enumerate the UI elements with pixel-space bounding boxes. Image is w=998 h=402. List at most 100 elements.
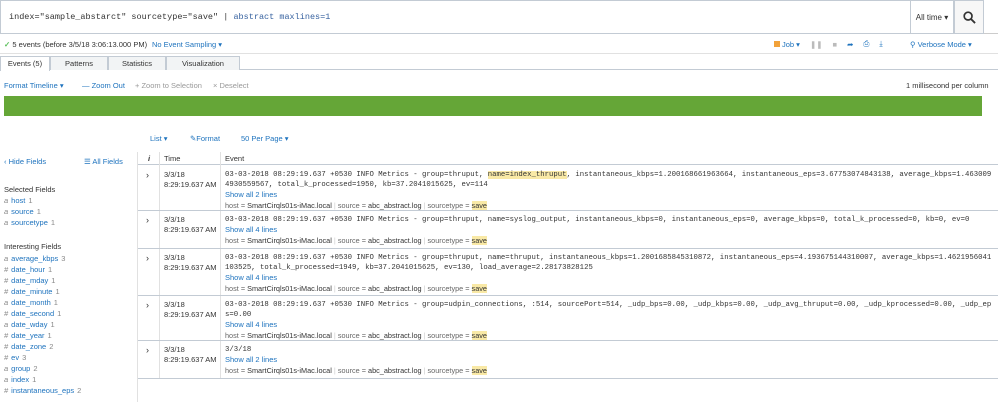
field-name[interactable]: index [11,375,29,384]
field-name[interactable]: source [11,207,34,216]
event-highlight[interactable]: name=index_thruput [487,171,567,179]
timeline-histogram[interactable] [4,96,982,116]
expand-row-icon[interactable]: › [146,345,149,355]
tab-statistics[interactable]: Statistics [108,56,166,70]
pause-icon[interactable]: ❚❚ [810,40,823,49]
source-label: source = [337,284,369,293]
event-raw: 03-03-2018 08:29:19.637 +0530 INFO Metri… [225,301,992,319]
share-icon[interactable]: ➦ [847,40,853,49]
time-range-picker[interactable]: All time ▾ [910,0,954,34]
source-value[interactable]: abc_abstract.log [368,201,422,210]
print-icon[interactable]: ⎙ [863,39,869,49]
chevron-down-icon: ▾ [944,13,949,22]
field-name[interactable]: group [11,364,30,373]
field-item[interactable]: # instantaneous_eps 2 [4,386,81,395]
field-item[interactable]: a host 1 [4,196,33,205]
job-menu[interactable]: Job ▾ [782,40,800,49]
format-button[interactable]: ✎Format [190,134,220,143]
job-status-bar: ✓ 5 events (before 3/5/18 3:06:13.000 PM… [0,34,998,54]
show-all-lines-link[interactable]: Show all 2 lines [225,190,277,199]
host-value[interactable]: SmartCirqls01s-iMac.local [247,236,332,245]
field-name[interactable]: sourcetype [11,218,48,227]
col-header-time[interactable]: Time [164,152,180,165]
list-view-dropdown[interactable]: List ▾ [150,134,168,143]
field-name[interactable]: date_month [11,298,51,307]
field-name[interactable]: date_minute [11,287,52,296]
tab-events[interactable]: Events (5) [0,56,50,71]
host-value[interactable]: SmartCirqls01s-iMac.local [247,284,332,293]
field-name[interactable]: date_hour [11,265,45,274]
deselect-button[interactable]: × Deselect [213,81,249,90]
sourcetype-value[interactable]: save [471,236,487,245]
mode-icon: ⚲ [910,40,916,49]
field-count: 1 [50,218,56,227]
show-all-lines-link[interactable]: Show all 4 lines [225,320,277,329]
zoom-selection-button[interactable]: + Zoom to Selection [135,81,202,90]
event-clock: 8:29:19.637 AM [164,180,217,189]
sourcetype-value[interactable]: save [471,366,487,375]
sourcetype-value[interactable]: save [471,201,487,210]
source-value[interactable]: abc_abstract.log [368,331,422,340]
show-all-lines-link[interactable]: Show all 4 lines [225,225,277,234]
field-type-icon: a [4,375,9,384]
expand-row-icon[interactable]: › [146,170,149,180]
field-name[interactable]: host [11,196,25,205]
field-name[interactable]: date_mday [11,276,48,285]
field-name[interactable]: ev [11,353,19,362]
search-button[interactable] [954,0,984,34]
show-all-lines-link[interactable]: Show all 2 lines [225,355,277,364]
field-item[interactable]: # date_hour 1 [4,265,52,274]
search-mode-dropdown[interactable]: ⚲ Verbose Mode ▾ [910,40,972,49]
field-item[interactable]: # date_minute 1 [4,287,60,296]
field-item[interactable]: a date_month 1 [4,298,58,307]
job-status-icon [774,41,780,47]
hide-fields-button[interactable]: ‹ Hide Fields [4,157,46,166]
per-page-dropdown[interactable]: 50 Per Page ▾ [241,134,289,143]
zoom-out-button[interactable]: — Zoom Out [82,81,125,90]
sourcetype-value[interactable]: save [471,331,487,340]
col-header-event[interactable]: Event [225,152,244,165]
format-timeline-menu[interactable]: Format Timeline ▾ [4,81,64,90]
expand-row-icon[interactable]: › [146,300,149,310]
expand-row-icon[interactable]: › [146,253,149,263]
field-name[interactable]: average_kbps [11,254,58,263]
field-item[interactable]: # date_mday 1 [4,276,55,285]
column-divider [159,249,160,295]
field-name[interactable]: instantaneous_eps [11,386,74,395]
host-value[interactable]: SmartCirqls01s-iMac.local [247,201,332,210]
field-item[interactable]: # date_second 1 [4,309,61,318]
field-count: 1 [47,331,52,340]
event-sampling-dropdown[interactable]: No Event Sampling ▾ [152,40,222,49]
show-all-lines-link[interactable]: Show all 4 lines [225,273,277,282]
field-name[interactable]: date_second [11,309,54,318]
all-fields-button[interactable]: ☰ All Fields [84,157,123,166]
field-item[interactable]: # date_zone 2 [4,342,53,351]
search-input[interactable]: index="sample_abstarct" sourcetype="save… [0,0,910,34]
column-divider [159,152,160,166]
field-name[interactable]: date_zone [11,342,46,351]
expand-row-icon[interactable]: › [146,215,149,225]
field-item[interactable]: a group 2 [4,364,38,373]
export-icon[interactable]: ⤓ [879,39,882,49]
source-value[interactable]: abc_abstract.log [368,366,422,375]
event-metadata: host = SmartCirqls01s-iMac.local | sourc… [225,201,487,210]
stop-icon[interactable]: ■ [833,40,838,49]
source-value[interactable]: abc_abstract.log [368,236,422,245]
field-item[interactable]: a average_kbps 3 [4,254,65,263]
source-value[interactable]: abc_abstract.log [368,284,422,293]
sourcetype-value[interactable]: save [471,284,487,293]
field-item[interactable]: # ev 3 [4,353,26,362]
field-item[interactable]: a index 1 [4,375,36,384]
field-name[interactable]: date_wday [11,320,47,329]
field-item[interactable]: a date_wday 1 [4,320,55,329]
field-item[interactable]: # date_year 1 [4,331,52,340]
sourcetype-label: sourcetype = [427,331,472,340]
field-item[interactable]: a source 1 [4,207,41,216]
tab-visualization[interactable]: Visualization [166,56,240,70]
tab-patterns[interactable]: Patterns [50,56,108,70]
field-name[interactable]: date_year [11,331,44,340]
field-item[interactable]: a sourcetype 1 [4,218,55,227]
host-value[interactable]: SmartCirqls01s-iMac.local [247,331,332,340]
field-type-icon: # [4,331,9,340]
host-value[interactable]: SmartCirqls01s-iMac.local [247,366,332,375]
